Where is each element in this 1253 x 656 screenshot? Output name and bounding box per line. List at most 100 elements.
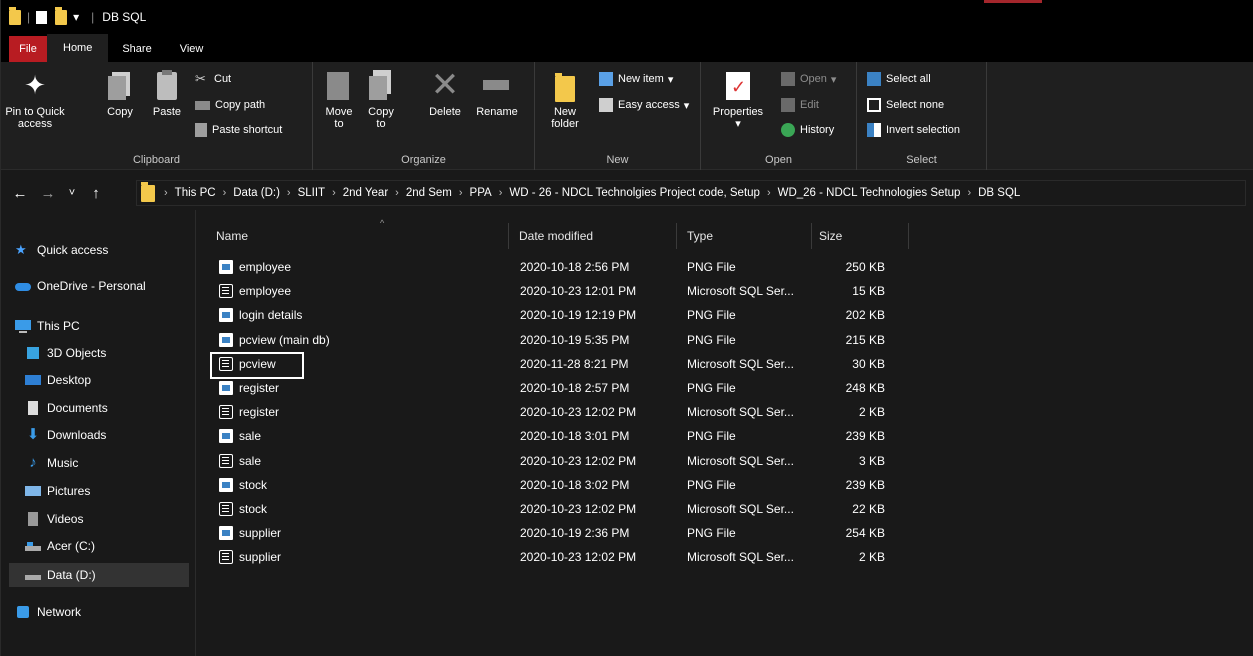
breadcrumb-data-d[interactable]: Data (D:) (233, 187, 280, 199)
copy-path-button[interactable]: Copy path (195, 96, 265, 114)
open-button[interactable]: Open ▾ (781, 70, 836, 88)
nav-quick-access[interactable]: ★ Quick access (15, 238, 203, 262)
table-row[interactable]: pcview 2020-11-28 8:21 PM Microsoft SQL Se… (211, 352, 911, 376)
breadcrumb-project-code[interactable]: WD - 26 - NDCL Technolgies Project code,… (509, 187, 760, 199)
breadcrumb-separator: › (498, 187, 503, 199)
table-row[interactable]: register 2020-10-18 2:57 PM PNG File 248 KB (211, 376, 911, 400)
table-row[interactable]: register 2020-10-23 12:02 PM Microsoft SQL… (211, 400, 911, 424)
sql-file-icon (219, 550, 233, 565)
copy-path-label: Copy path (215, 99, 266, 111)
nav-pictures[interactable]: Pictures (25, 479, 213, 503)
breadcrumb-sliit[interactable]: SLIIT (298, 187, 325, 199)
new-folder-button[interactable]: New folder (543, 68, 587, 130)
move-to-button[interactable]: Move to (321, 68, 357, 130)
breadcrumb-ppa[interactable]: PPA (470, 187, 492, 199)
edit-label: Edit (800, 99, 819, 111)
folder-icon (9, 6, 21, 25)
tab-share[interactable]: Share (108, 36, 165, 62)
nav-downloads[interactable]: ⬇ Downloads (25, 423, 213, 447)
close-button-edge[interactable] (984, 0, 1042, 3)
pin-to-quick-access-button[interactable]: ✦ Pin to Quick access (5, 68, 65, 130)
back-button[interactable]: ← (9, 185, 31, 202)
table-row[interactable]: employee 2020-10-23 12:01 PM Microsoft SQL… (211, 279, 911, 303)
nav-data-d[interactable]: Data (D:) (9, 563, 189, 587)
title-separator: | (91, 10, 95, 24)
new-group-label: New (606, 154, 629, 166)
table-row[interactable]: stock 2020-10-23 12:02 PM Microsoft SQL Se… (211, 497, 911, 521)
new-item-dropdown-icon: ▾ (667, 73, 674, 86)
file-date: 2020-10-23 12:02 PM (520, 550, 637, 565)
file-name: stock (239, 477, 268, 492)
download-icon: ⬇ (26, 426, 40, 443)
nav-network[interactable]: Network (15, 600, 203, 624)
table-row[interactable]: stock 2020-10-18 3:02 PM PNG File 239 KB (211, 473, 911, 497)
easy-access-button[interactable]: Easy access ▾ (599, 96, 689, 114)
cut-button[interactable]: ✂ Cut (195, 70, 231, 88)
rename-button[interactable]: Rename (473, 68, 521, 118)
explorer-window: | ▾ | DB SQL File Home Share View ✦ Pin … (0, 0, 1253, 656)
png-file-icon (219, 477, 233, 492)
properties-label: Properties (712, 106, 764, 118)
file-size: 2 KB (858, 405, 885, 420)
file-name: stock (239, 502, 268, 516)
address-row: ← → ˅ ↑ › This PC › Data (D:) › SLIIT › … (1, 176, 1253, 210)
column-header-name[interactable]: Name (211, 223, 509, 249)
file-date: 2020-10-23 12:02 PM (520, 453, 637, 468)
edit-button[interactable]: Edit (781, 96, 819, 114)
nav-onedrive[interactable]: OneDrive - Personal (15, 274, 203, 298)
select-all-button[interactable]: Select all (867, 70, 931, 88)
column-header-size[interactable]: Size (815, 223, 909, 249)
forward-button[interactable]: → (37, 185, 59, 202)
select-all-icon (867, 72, 881, 86)
recent-locations-button[interactable]: ˅ (61, 187, 83, 199)
paste-shortcut-button[interactable]: Paste shortcut (195, 121, 282, 139)
tab-home[interactable]: Home (47, 34, 109, 62)
breadcrumb[interactable]: › This PC › Data (D:) › SLIIT › 2nd Year… (136, 180, 1246, 206)
breadcrumb-db-sql[interactable]: DB SQL (978, 187, 1020, 199)
table-row[interactable]: supplier 2020-10-19 2:36 PM PNG File 254 KB (211, 521, 911, 545)
customize-quick-access-icon[interactable]: ▾ (73, 10, 79, 24)
select-all-label: Select all (886, 73, 931, 85)
nav-this-pc[interactable]: This PC (15, 314, 203, 338)
nav-music[interactable]: ♪ Music (25, 451, 213, 475)
table-row[interactable]: sale 2020-10-23 12:02 PM Microsoft SQL Ser… (211, 449, 911, 473)
copy-to-button[interactable]: Copy to (363, 68, 399, 130)
up-button[interactable]: ↑ (85, 185, 107, 202)
copy-button[interactable]: Copy (103, 68, 137, 118)
nav-3d-objects[interactable]: 3D Objects (25, 341, 213, 365)
breadcrumb-2nd-year[interactable]: 2nd Year (343, 187, 388, 199)
breadcrumb-this-pc[interactable]: This PC (175, 187, 216, 199)
properties-quick-icon[interactable] (36, 10, 48, 24)
table-row[interactable]: sale 2020-10-18 3:01 PM PNG File 239 KB (211, 424, 911, 448)
new-item-button[interactable]: New item ▾ (599, 70, 673, 88)
file-name: register (239, 381, 280, 395)
tab-view[interactable]: View (166, 36, 218, 62)
table-row[interactable]: pcview (main db) 2020-10-19 5:35 PM PNG Fi… (211, 328, 911, 352)
nav-acer-c[interactable]: Acer (C:) (25, 534, 213, 558)
rename-icon (481, 68, 513, 102)
breadcrumb-separator: › (332, 187, 336, 199)
file-date: 2020-10-19 2:36 PM (520, 526, 630, 541)
column-header-type[interactable]: Type (682, 223, 812, 249)
nav-documents[interactable]: Documents (25, 396, 213, 420)
breadcrumb-2nd-sem[interactable]: 2nd Sem (406, 187, 452, 199)
paste-button[interactable]: Paste (147, 68, 187, 118)
new-group: New folder New item ▾ Easy access ▾ New (535, 62, 701, 170)
history-button[interactable]: History (781, 121, 834, 139)
properties-button[interactable]: ✓ Properties ▾ (707, 68, 769, 130)
table-row[interactable]: supplier 2020-10-23 12:02 PM Microsoft SQL… (211, 545, 911, 569)
tab-file[interactable]: File (9, 36, 47, 62)
table-row[interactable]: login details 2020-10-19 12:19 PM PNG File… (211, 303, 911, 327)
new-folder-quick-icon[interactable] (55, 6, 68, 25)
select-none-button[interactable]: Select none (867, 96, 944, 114)
breadcrumb-setup[interactable]: WD_26 - NDCL Technologies Setup (778, 187, 961, 199)
nav-desktop[interactable]: Desktop (25, 368, 213, 392)
nav-videos[interactable]: Videos (25, 507, 213, 531)
column-name-label: Name (216, 229, 249, 243)
file-type: PNG File (687, 381, 736, 395)
delete-button[interactable]: ✕ Delete (425, 68, 465, 118)
new-folder-label: New folder (551, 106, 579, 130)
invert-selection-button[interactable]: Invert selection (867, 121, 960, 139)
column-header-date[interactable]: Date modified (514, 223, 677, 249)
table-row[interactable]: employee 2020-10-18 2:56 PM PNG File 250 KB (211, 255, 911, 279)
